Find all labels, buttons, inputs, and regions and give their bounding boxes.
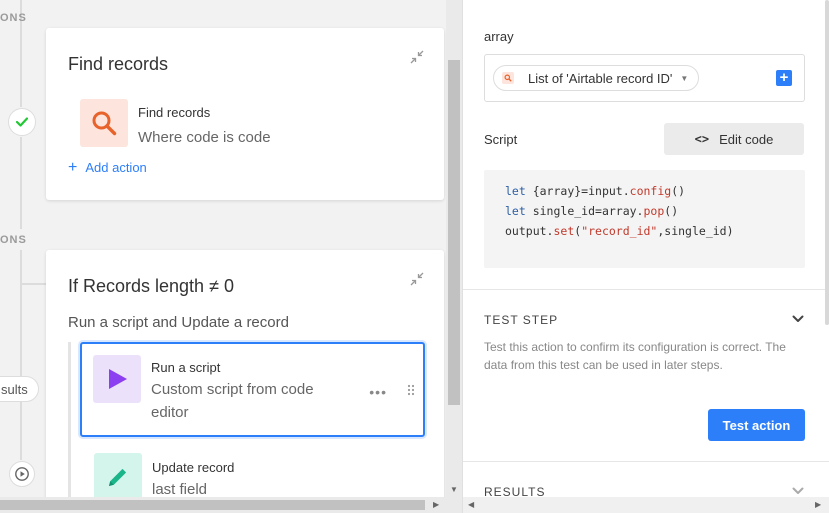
find-records-step[interactable]: Find records Where code is code	[80, 99, 271, 149]
check-icon	[16, 117, 28, 127]
divider	[463, 461, 829, 462]
step-name: Update record	[152, 460, 235, 475]
code-icon: <>	[694, 132, 710, 146]
plus-icon: +	[68, 159, 78, 176]
test-action-button[interactable]: Test action	[708, 409, 805, 441]
canvas-horizontal-scrollbar[interactable]: ▶	[0, 497, 462, 513]
code-line: output.set("record_id",single_id)	[505, 221, 805, 241]
more-icon[interactable]: •••	[369, 384, 387, 400]
code-text: output.	[505, 224, 554, 238]
divider	[463, 289, 829, 290]
flow-track: ONS ONS	[0, 0, 46, 513]
code-function: set	[553, 224, 575, 238]
token-label: List of 'Airtable record ID'	[528, 70, 673, 86]
search-icon	[92, 111, 117, 136]
array-token[interactable]: List of 'Airtable record ID' ▼	[493, 65, 700, 91]
canvas-vertical-scrollbar[interactable]: ▼	[446, 0, 462, 497]
play-circle-icon	[15, 467, 29, 481]
chevron-down-icon[interactable]	[792, 487, 804, 495]
test-step-title: TEST STEP	[484, 313, 559, 327]
add-token-button[interactable]: +	[776, 70, 792, 86]
code-line: let single_id=array.pop()	[505, 201, 805, 221]
panel-horizontal-scrollbar[interactable]: ◀ ▶	[463, 497, 829, 513]
code-function: config	[629, 184, 672, 198]
automation-canvas: ONS ONS sults Find records Find records …	[0, 0, 462, 513]
collapse-icon[interactable]	[410, 50, 424, 64]
step-icon-box	[80, 99, 128, 147]
scrollbar-thumb[interactable]	[448, 60, 460, 405]
script-label: Script	[484, 132, 518, 147]
step-name: Find records	[138, 105, 211, 120]
code-text: single_id=array.	[525, 204, 644, 218]
update-record-step[interactable]: Update record last field	[94, 453, 234, 501]
play-icon	[109, 369, 127, 389]
step-description-line: Custom script from code	[151, 381, 314, 398]
array-input-field[interactable]: List of 'Airtable record ID' ▼ +	[484, 54, 805, 102]
step-name: Run a script	[151, 360, 221, 375]
scroll-down-arrow[interactable]: ▼	[450, 485, 458, 494]
test-step-description: Test this action to confirm its configur…	[484, 340, 786, 372]
results-pill[interactable]: sults	[0, 376, 39, 402]
section-label: ONS	[0, 234, 27, 246]
edit-code-label: Edit code	[719, 131, 774, 147]
code-line: let {array}=input.config()	[505, 181, 805, 201]
step-content: Run a script Custom script from code edi…	[93, 355, 314, 424]
drag-handle-icon[interactable]	[407, 384, 415, 396]
card-title: If Records length ≠ 0	[68, 276, 234, 296]
step-config-panel: array List of 'Airtable record ID' ▼ + S…	[462, 0, 829, 513]
code-keyword: let	[505, 184, 526, 198]
flow-line	[20, 250, 22, 460]
step-description-line: editor	[151, 404, 189, 421]
code-string: "record_id"	[581, 224, 658, 238]
script-preview[interactable]: let {array}=input.config() let single_id=…	[484, 170, 805, 268]
scroll-left-arrow[interactable]: ◀	[468, 500, 474, 509]
code-text: ,single_id)	[657, 224, 734, 238]
flow-line	[20, 137, 22, 229]
card-title: Find records	[68, 54, 169, 74]
group-rail	[68, 342, 71, 502]
panel-scrollbar-thumb[interactable]	[825, 0, 829, 325]
step-description: Custom script from code editor	[151, 378, 314, 424]
step-description: Where code is code	[138, 129, 271, 146]
code-text: {array}=input.	[525, 184, 630, 198]
collapse-icon[interactable]	[410, 272, 424, 286]
scroll-right-arrow[interactable]: ▶	[815, 500, 821, 509]
run-script-step[interactable]: Run a script Custom script from code edi…	[80, 342, 425, 437]
plus-icon: +	[779, 69, 789, 86]
flow-branch-line	[20, 283, 46, 285]
step-icon-box	[94, 453, 142, 501]
array-label: array	[484, 29, 514, 44]
code-text: ()	[671, 184, 686, 198]
search-icon	[502, 72, 514, 84]
chevron-down-icon[interactable]: ▼	[680, 74, 688, 83]
code-keyword: let	[505, 204, 526, 218]
code-text: ()	[664, 204, 679, 218]
section-label: ONS	[0, 12, 27, 24]
pencil-icon	[109, 468, 127, 486]
card-subtitle: Run a script and Update a record	[68, 314, 289, 331]
scrollbar-thumb[interactable]	[0, 500, 425, 510]
scroll-right-arrow[interactable]: ▶	[433, 500, 439, 509]
step-icon-box	[93, 355, 141, 403]
add-action-label: Add action	[85, 160, 147, 175]
step-status-check	[8, 108, 36, 136]
add-action-button[interactable]: + Add action	[68, 159, 147, 176]
find-records-card[interactable]: Find records Find records Where code is …	[46, 28, 444, 200]
if-condition-card[interactable]: If Records length ≠ 0 Run a script and U…	[46, 250, 444, 510]
run-test-button[interactable]	[9, 461, 35, 487]
chevron-down-icon[interactable]	[792, 315, 804, 323]
code-function: pop	[643, 204, 665, 218]
edit-code-button[interactable]: <> Edit code	[664, 123, 804, 155]
